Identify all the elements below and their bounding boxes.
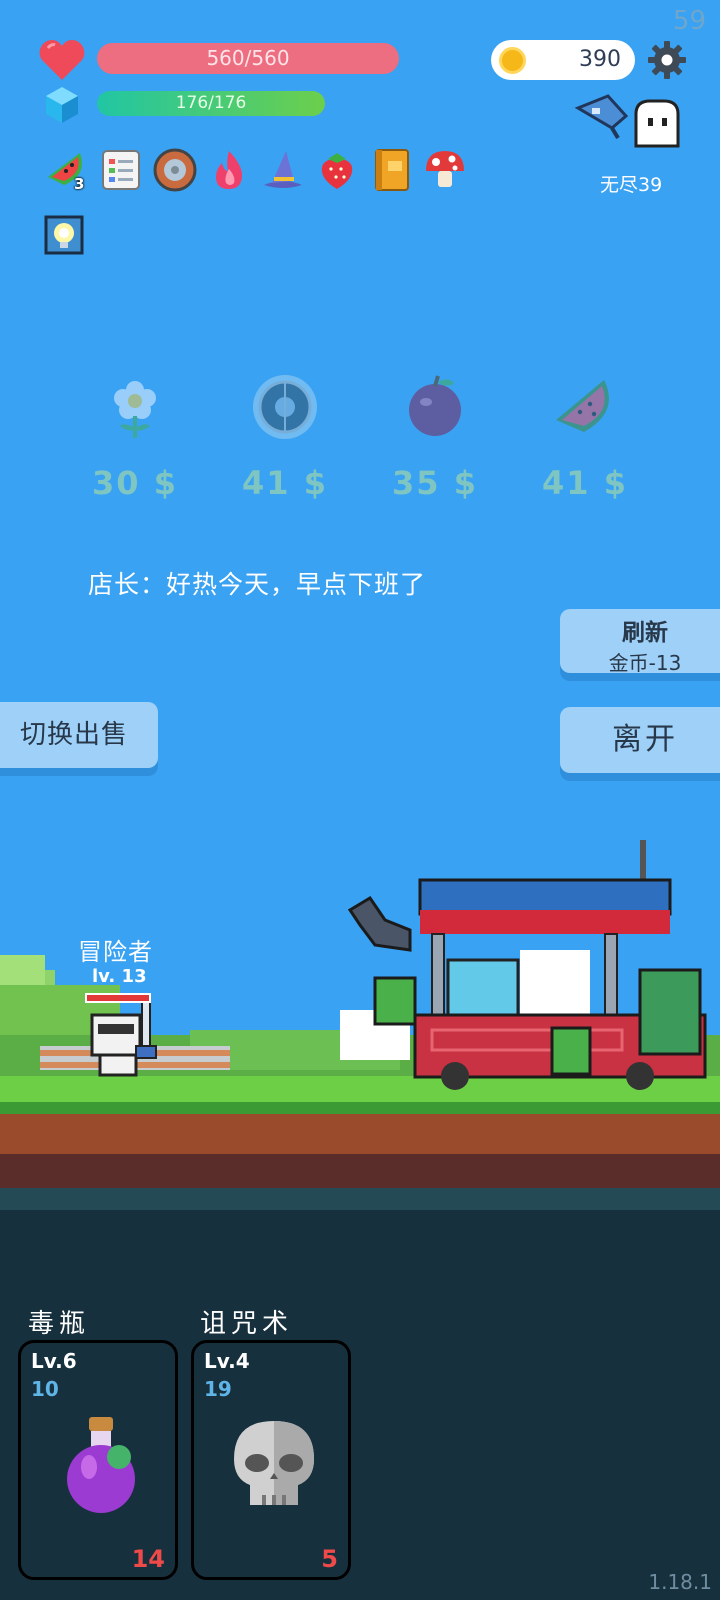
hero-hp-bar [85,993,151,1003]
lightbulb-icon[interactable] [44,215,84,255]
switch-sell-button[interactable]: 切换出售 [0,702,158,768]
leave-button[interactable]: 离开 [560,707,720,773]
wizard-hat-icon[interactable] [260,147,306,193]
skill-name-curse: 诅咒术 [200,1309,294,1339]
watermelon-slice-icon[interactable]: 3 [44,147,90,193]
shop-item-flower[interactable]: 30 $ [75,372,195,512]
version-label: 1.18.1 [648,1570,712,1594]
grass-edge [0,1102,720,1114]
refresh-label: 刷新 [622,620,668,646]
skill-name-poison: 毒瓶 [28,1309,91,1339]
hp-bar: 560/560 [97,43,399,74]
dirt [0,1114,720,1154]
endless-mode-label: 无尽39 [600,174,663,196]
watermelon-icon [556,380,609,432]
dirt-dark [0,1154,720,1188]
flower-icon [114,381,156,438]
shopkeeper-dialogue: 店长：好热今天，早点下班了 [88,570,427,599]
gold-value: 390 [579,47,621,72]
skill-cost: 19 [204,1377,232,1401]
gold-counter: 390 [491,40,635,80]
skill-level: Lv.4 [204,1349,250,1373]
shop-item-price: 35 $ [392,464,478,502]
skull-icon [234,1421,314,1505]
round-shield-icon[interactable] [152,147,198,193]
skill-cost: 10 [31,1377,59,1401]
book-icon[interactable] [368,147,414,193]
notebook-icon[interactable] [98,147,144,193]
shop-item-shield[interactable]: 41 $ [225,372,345,512]
crystal-icon [46,87,78,123]
heart-icon [39,40,85,80]
shop-item-price: 30 $ [92,464,178,502]
relic-row: 3 [44,147,468,195]
skill-level: Lv.6 [31,1349,77,1373]
flag-icon[interactable] [572,94,630,140]
poison-bottle-icon [67,1417,135,1513]
settings-gear-icon[interactable] [647,40,687,80]
mushroom-icon[interactable] [422,147,468,193]
relic-count: 3 [74,175,85,193]
ghost-icon[interactable] [632,98,682,150]
skill-card-curse[interactable]: Lv.4 19 5 [191,1340,351,1580]
refresh-button[interactable]: 刷新 金币-13 [560,609,720,675]
strawberry-icon[interactable] [314,147,360,193]
shop-item-price: 41 $ [242,464,328,502]
water-edge [0,1188,720,1210]
shop-item-watermelon[interactable]: 41 $ [525,372,645,512]
coin-icon [499,47,526,74]
flame-icon[interactable] [206,147,252,193]
refresh-cost: 金币-13 [608,651,682,675]
shop-item-plum[interactable]: 35 $ [375,372,495,512]
battle-scene [0,840,720,1210]
mp-bar: 176/176 [97,91,325,116]
shield-icon [253,375,317,439]
skill-damage: 5 [321,1545,338,1573]
skill-damage: 14 [131,1545,165,1573]
hero-name: 冒险者 [78,938,153,966]
skill-card-poison[interactable]: Lv.6 10 14 [18,1340,178,1580]
plum-icon [409,375,461,436]
fps-counter: 59 [672,6,706,36]
shop-item-price: 41 $ [542,464,628,502]
hero-level: lv. 13 [92,966,147,987]
